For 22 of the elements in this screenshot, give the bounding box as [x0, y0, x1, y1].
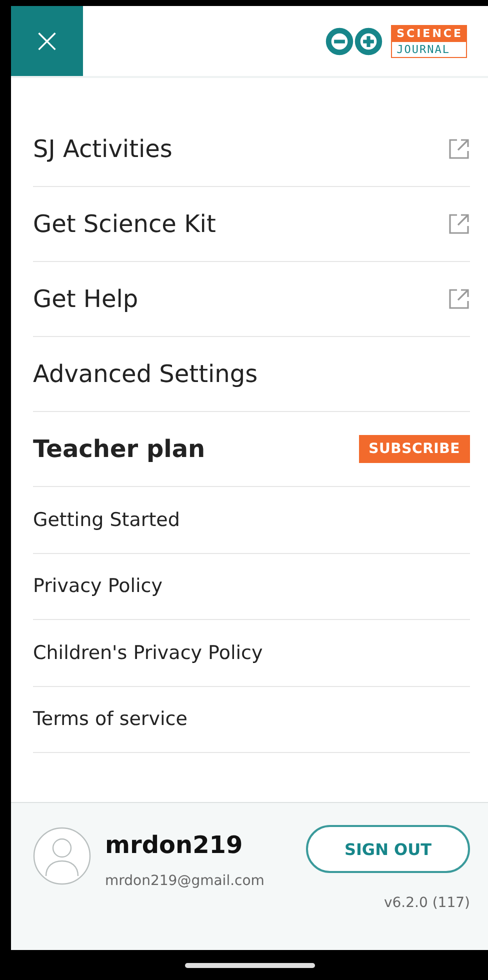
logo-text: JOURNAL: [396, 42, 451, 56]
menu-item[interactable]: Getting Started: [33, 508, 180, 531]
home-indicator[interactable]: [184, 962, 314, 968]
external-link-icon: [448, 138, 470, 160]
menu-item[interactable]: Children's Privacy Policy: [33, 642, 263, 664]
close-button[interactable]: ×: [11, 6, 83, 76]
email: mrdon219@gmail.com: [105, 873, 266, 889]
sign-out-button[interactable]: SIGN OUT: [306, 825, 470, 873]
logo-text: SCIENCE: [392, 26, 466, 42]
menu-item[interactable]: SJ Activities: [33, 135, 172, 163]
avatar-icon: [33, 827, 91, 885]
menu-item[interactable]: Terms of service: [33, 708, 188, 730]
username: mrdon219: [105, 831, 244, 859]
menu-item[interactable]: Teacher plan: [33, 435, 206, 463]
menu-item[interactable]: Get Help: [33, 285, 138, 313]
version-text: v6.2.0 (117): [382, 895, 470, 911]
menu-item[interactable]: Advanced Settings: [33, 360, 258, 388]
external-link-icon: [448, 288, 470, 310]
menu-item[interactable]: Get Science Kit: [33, 210, 216, 238]
external-link-icon: [448, 213, 470, 235]
menu-item[interactable]: Privacy Policy: [33, 575, 162, 598]
infinity-logo-icon: [324, 26, 383, 56]
